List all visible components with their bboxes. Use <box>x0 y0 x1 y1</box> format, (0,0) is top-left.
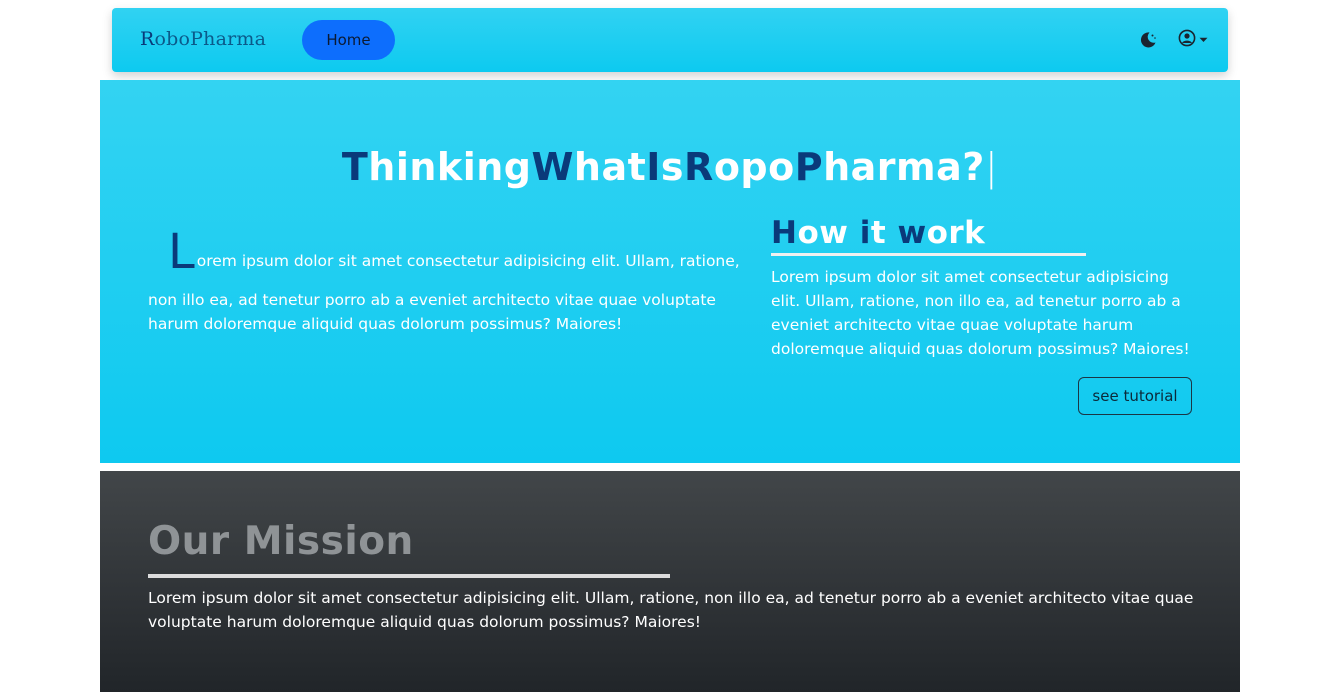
title-text-segment: hinking <box>368 145 532 189</box>
moon-icon[interactable] <box>1138 30 1158 50</box>
intro-dropcap: L <box>168 224 195 280</box>
user-circle-icon <box>1178 29 1196 51</box>
see-tutorial-button[interactable]: see tutorial <box>1078 377 1192 415</box>
intro-rest: non illo ea, ad tenetur porro ab a eveni… <box>148 291 716 333</box>
mission-section: Our Mission Lorem ipsum dolor sit amet c… <box>100 471 1240 692</box>
hero-title: ThinkingWhatIsRopoPharma?| <box>100 144 1240 190</box>
navbar: RoboPharma Home <box>112 8 1228 72</box>
intro-first-line: orem ipsum dolor sit amet consectetur ad… <box>196 252 740 270</box>
mission-title: Our Mission <box>148 519 414 564</box>
title-capital-letter: P <box>794 145 824 189</box>
caret-down-icon <box>1199 37 1208 43</box>
title-text-segment: ork <box>926 215 986 251</box>
intro-paragraph: Lorem ipsum dolor sit amet consectetur a… <box>148 228 748 336</box>
typing-cursor: | <box>984 145 999 189</box>
user-menu-toggle[interactable] <box>1178 29 1212 51</box>
brand-logo[interactable]: RoboPharma <box>140 28 266 50</box>
title-capital-letter: I <box>646 145 661 189</box>
mission-text: Lorem ipsum dolor sit amet consectetur a… <box>148 589 1194 631</box>
how-it-works-underline <box>771 253 1086 256</box>
title-text-segment: harma? <box>823 145 985 189</box>
title-text-segment: ow <box>797 215 860 251</box>
title-text-segment: t <box>870 215 898 251</box>
title-text-segment: opo <box>713 145 795 189</box>
how-it-works-panel: How it work Lorem ipsum dolor sit amet c… <box>771 214 1201 361</box>
brand-first-letter: R <box>140 28 155 50</box>
title-text-segment: s <box>660 145 685 189</box>
title-text-segment: hat <box>573 145 647 189</box>
title-capital-letter: W <box>531 145 574 189</box>
hero-section: ThinkingWhatIsRopoPharma?| Lorem ipsum d… <box>100 80 1240 463</box>
title-capital-letter: H <box>771 215 798 251</box>
how-it-works-title: How it work <box>771 214 1201 252</box>
mission-underline <box>148 574 670 578</box>
how-it-works-text: Lorem ipsum dolor sit amet consectetur a… <box>771 268 1190 358</box>
title-capital-letter: i <box>859 215 871 251</box>
brand-rest: oboPharma <box>154 28 267 50</box>
title-capital-letter: w <box>897 215 927 251</box>
title-capital-letter: T <box>341 145 369 189</box>
home-button[interactable]: Home <box>302 20 395 60</box>
title-capital-letter: R <box>684 145 714 189</box>
